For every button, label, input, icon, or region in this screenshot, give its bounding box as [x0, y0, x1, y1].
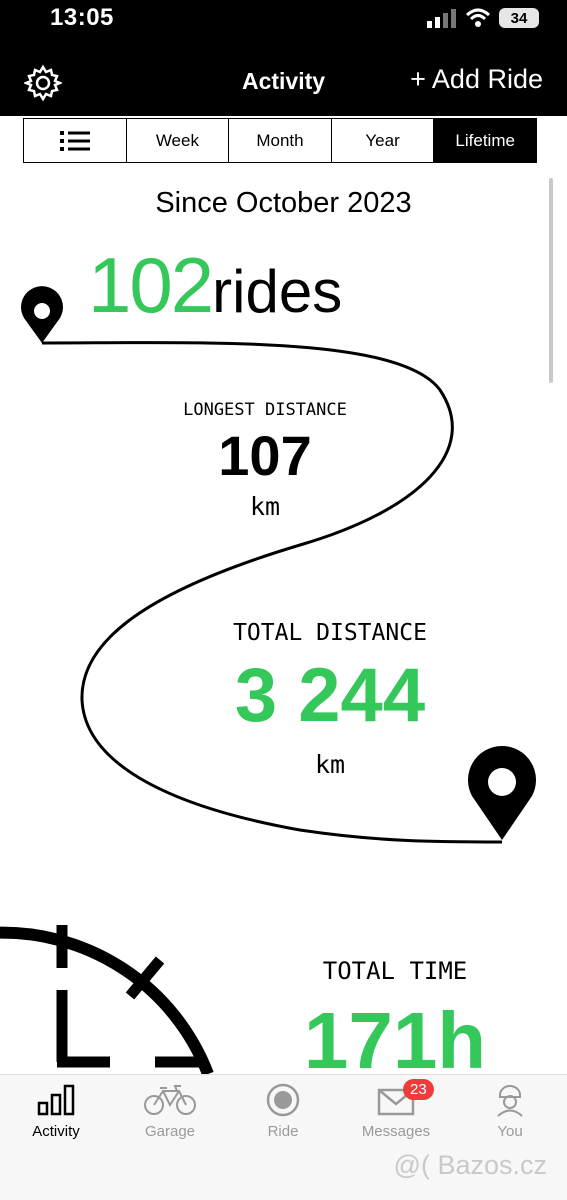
tab-you-label: You	[497, 1123, 523, 1140]
tab-activity[interactable]: Activity	[6, 1083, 106, 1140]
tab-messages[interactable]: 23 Messages	[346, 1079, 446, 1140]
longest-distance-value: 107	[218, 424, 312, 487]
total-distance-value: 3 244	[234, 653, 426, 738]
helmet-person-icon	[497, 1085, 523, 1117]
tab-you[interactable]: You	[460, 1083, 560, 1140]
total-distance-unit: km	[314, 750, 346, 779]
rides-number: 102	[88, 241, 214, 329]
tab-ride[interactable]: Ride	[233, 1083, 333, 1140]
total-distance-label: TOTAL DISTANCE	[233, 620, 427, 646]
start-pin-icon	[21, 286, 63, 343]
bicycle-icon	[144, 1085, 196, 1115]
rides-count: 102rides	[88, 240, 342, 331]
bar-chart-icon	[37, 1084, 75, 1116]
rides-label: rides	[212, 258, 343, 325]
bottom-tab-bar: Activity Garage Ride 23 Messages You	[0, 1074, 567, 1200]
record-icon	[266, 1083, 300, 1117]
longest-distance-label: LONGEST DISTANCE	[183, 400, 347, 420]
clock-icon	[0, 925, 214, 1074]
tab-garage[interactable]: Garage	[120, 1083, 220, 1140]
total-time-label: TOTAL TIME	[322, 957, 468, 985]
watermark: @( Bazos.cz	[393, 1150, 547, 1180]
end-pin-icon	[467, 745, 536, 840]
since-date: Since October 2023	[155, 187, 412, 219]
longest-distance-unit: km	[249, 492, 281, 521]
route-illustration	[0, 286, 536, 1074]
tab-activity-label: Activity	[32, 1123, 80, 1140]
tab-garage-label: Garage	[144, 1123, 196, 1140]
tab-ride-label: Ride	[267, 1123, 299, 1140]
tab-messages-label: Messages	[361, 1123, 431, 1140]
messages-badge: 23	[403, 1079, 434, 1100]
